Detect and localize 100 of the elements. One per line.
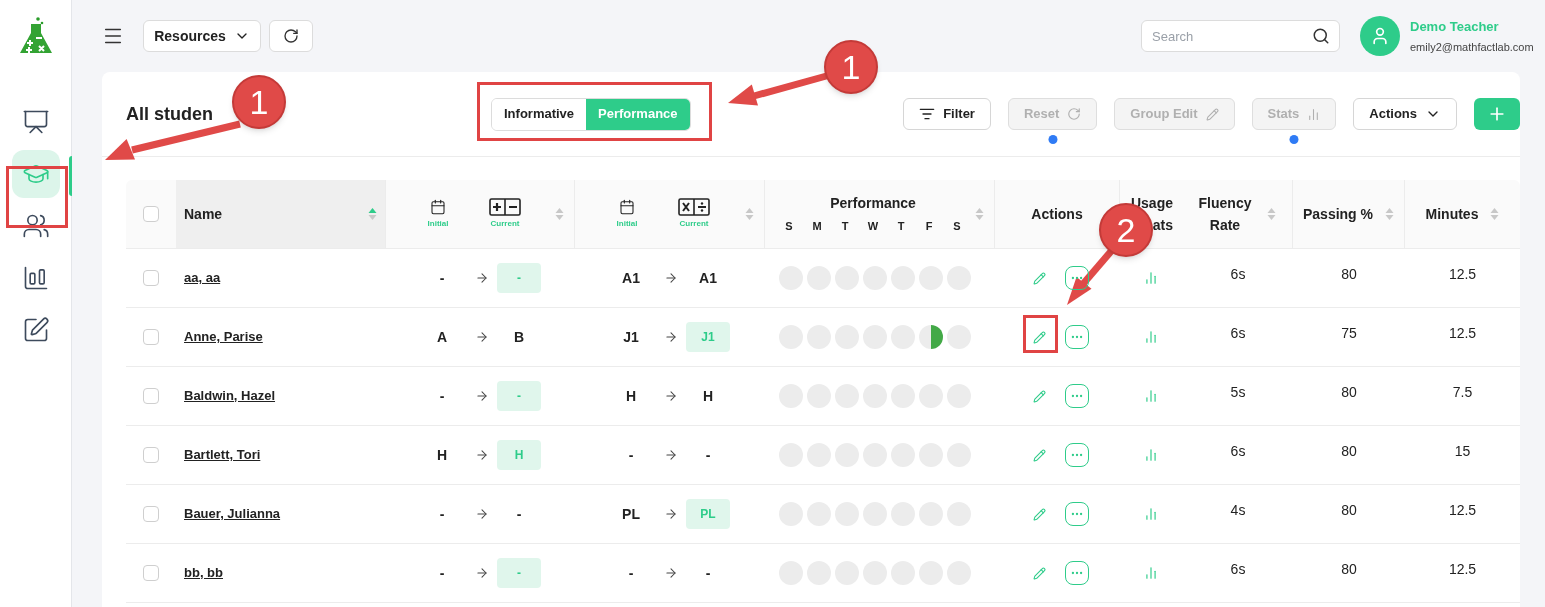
sidebar-item[interactable] bbox=[11, 150, 60, 198]
sort-icon[interactable] bbox=[1490, 207, 1500, 221]
add-button[interactable] bbox=[1474, 98, 1520, 130]
column-header: Name bbox=[184, 204, 223, 224]
column-header: Fluency bbox=[1198, 194, 1252, 213]
student-name-link[interactable]: Anne, Parise bbox=[184, 329, 263, 344]
highlight-box bbox=[1023, 315, 1058, 353]
calendar-icon bbox=[430, 198, 446, 215]
flask-logo[interactable] bbox=[17, 16, 54, 56]
row-checkbox[interactable] bbox=[143, 329, 159, 345]
arrow-icon bbox=[664, 448, 678, 462]
passing-percent: 75 bbox=[1341, 324, 1357, 343]
more-button[interactable] bbox=[1065, 502, 1089, 526]
weekday-label: F bbox=[924, 219, 934, 235]
initial-level: A bbox=[435, 327, 449, 347]
edit-icon[interactable] bbox=[1033, 389, 1046, 403]
current-label: Current bbox=[679, 218, 709, 230]
passing-percent: 80 bbox=[1341, 560, 1357, 579]
resources-dropdown[interactable]: Resources bbox=[143, 20, 261, 52]
more-button[interactable] bbox=[1065, 561, 1089, 585]
edit-icon[interactable] bbox=[1033, 330, 1046, 344]
current-level: - bbox=[704, 445, 712, 465]
row-checkbox[interactable] bbox=[143, 447, 159, 463]
edit-icon[interactable] bbox=[1033, 271, 1046, 285]
sort-icon[interactable] bbox=[1267, 207, 1277, 221]
more-button[interactable] bbox=[1065, 325, 1089, 349]
weekday-label: M bbox=[811, 219, 823, 235]
more-button[interactable] bbox=[1065, 384, 1089, 408]
sort-icon[interactable] bbox=[745, 207, 754, 221]
column-header: ats bbox=[1152, 216, 1173, 235]
student-name-link[interactable]: Baldwin, Hazel bbox=[184, 388, 276, 403]
weekday-label: S bbox=[952, 219, 962, 235]
page-title: All studen bbox=[126, 103, 213, 124]
current-level-badge: J1 bbox=[686, 322, 730, 352]
edit-icon[interactable] bbox=[1033, 448, 1046, 462]
current-level: H bbox=[701, 386, 715, 406]
more-button[interactable] bbox=[1065, 443, 1089, 467]
initial-level: A1 bbox=[621, 268, 641, 288]
passing-percent: 80 bbox=[1341, 265, 1357, 284]
toolbar-button[interactable]: Filter bbox=[903, 98, 991, 130]
student-name-link[interactable]: Bauer, Julianna bbox=[184, 506, 281, 521]
initial-level: H bbox=[435, 445, 449, 465]
weekday-label: T bbox=[896, 219, 906, 235]
row-checkbox[interactable] bbox=[143, 388, 159, 404]
current-level: - bbox=[704, 563, 712, 583]
initial-level: J1 bbox=[622, 327, 640, 347]
pencil-icon bbox=[1205, 107, 1219, 121]
student-name-link[interactable]: Bartlett, Tori bbox=[184, 447, 261, 462]
current-level-badge: H bbox=[497, 440, 541, 470]
passing-percent: 80 bbox=[1341, 383, 1357, 402]
row-checkbox[interactable] bbox=[143, 565, 159, 581]
stats-icon[interactable] bbox=[1143, 507, 1158, 521]
toolbar-button[interactable]: Actions bbox=[1353, 98, 1457, 130]
current-level-badge: - bbox=[497, 263, 541, 293]
weekday-label: T bbox=[840, 219, 850, 235]
plus-minus-icon bbox=[489, 198, 521, 216]
classroom-icon bbox=[21, 108, 50, 136]
current-level-badge: - bbox=[497, 558, 541, 588]
stats-icon[interactable] bbox=[1143, 330, 1158, 344]
sort-icon[interactable] bbox=[975, 207, 984, 221]
refresh-button[interactable] bbox=[269, 20, 313, 52]
edit-icon[interactable] bbox=[1033, 566, 1046, 580]
arrow-icon bbox=[475, 448, 489, 462]
refresh-icon bbox=[1067, 107, 1082, 121]
row-checkbox[interactable] bbox=[143, 270, 159, 286]
current-label: Current bbox=[490, 218, 520, 230]
sort-icon[interactable] bbox=[555, 207, 564, 221]
sort-icon[interactable] bbox=[1385, 207, 1394, 221]
stats-icon[interactable] bbox=[1143, 389, 1158, 403]
column-header: Rate bbox=[1209, 216, 1241, 235]
arrow-icon bbox=[664, 330, 678, 344]
edit-icon[interactable] bbox=[1033, 507, 1046, 521]
search-field[interactable]: Search bbox=[1141, 20, 1340, 52]
initial-level: H bbox=[624, 386, 638, 406]
student-name-link[interactable]: bb, bb bbox=[184, 565, 223, 580]
initial-label: Initial bbox=[616, 217, 638, 230]
current-level: - bbox=[515, 504, 523, 524]
user-name: Demo Teacher bbox=[1410, 18, 1500, 36]
user-email: emily2@mathfactlab.com bbox=[1410, 39, 1535, 55]
highlight-box bbox=[6, 166, 68, 228]
avatar[interactable] bbox=[1360, 16, 1400, 56]
refresh-icon bbox=[283, 28, 299, 44]
initial-level: - bbox=[438, 386, 446, 406]
fluency-rate: 6s bbox=[1230, 265, 1246, 284]
stats-icon[interactable] bbox=[1143, 448, 1158, 462]
filter-icon bbox=[919, 106, 936, 122]
sort-icon[interactable] bbox=[368, 207, 377, 221]
stats-icon[interactable] bbox=[1143, 271, 1158, 285]
arrow-icon bbox=[475, 271, 489, 285]
minutes: 15 bbox=[1454, 442, 1471, 461]
stats-icon[interactable] bbox=[1143, 566, 1158, 580]
active-indicator bbox=[69, 156, 72, 196]
select-all-checkbox[interactable] bbox=[143, 206, 159, 222]
search-icon bbox=[1312, 27, 1330, 45]
more-button[interactable] bbox=[1065, 266, 1089, 290]
arrow-icon bbox=[664, 271, 678, 285]
fluency-rate: 6s bbox=[1230, 560, 1246, 579]
initial-level: - bbox=[438, 504, 446, 524]
student-name-link[interactable]: aa, aa bbox=[184, 270, 221, 285]
row-checkbox[interactable] bbox=[143, 506, 159, 522]
